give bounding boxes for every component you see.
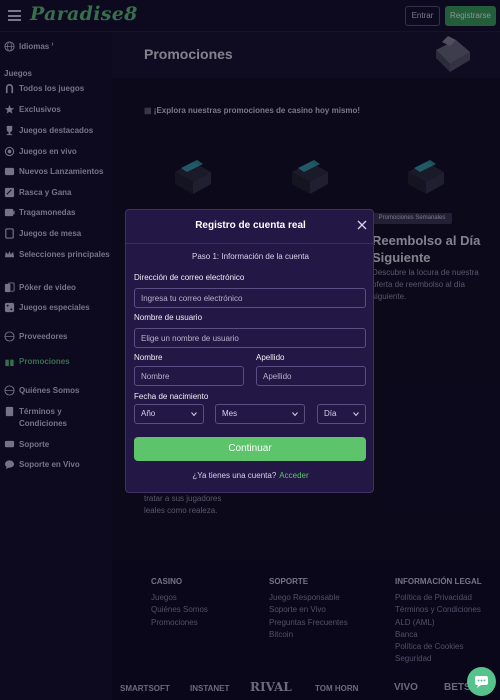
email-field[interactable] — [134, 288, 366, 308]
first-name-field[interactable] — [134, 366, 244, 386]
month-select-value: Mes — [222, 409, 238, 418]
chevron-down-icon — [292, 412, 298, 417]
divider — [126, 243, 375, 244]
close-icon[interactable] — [356, 219, 368, 231]
continue-button[interactable]: Continuar — [134, 437, 366, 461]
chat-widget-button[interactable] — [467, 667, 496, 696]
year-select-value: Año — [141, 409, 156, 418]
birthdate-label: Fecha de nacimiento — [134, 392, 209, 401]
registration-modal: Registro de cuenta real Paso 1: Informac… — [125, 209, 375, 493]
last-name-field[interactable] — [256, 366, 366, 386]
first-name-label: Nombre — [134, 353, 163, 362]
username-field[interactable] — [134, 328, 366, 348]
login-prompt-text: ¿Ya tienes una cuenta? — [192, 471, 277, 480]
day-select-value: Día — [324, 409, 337, 418]
chevron-down-icon — [353, 412, 359, 417]
chevron-down-icon — [191, 412, 197, 417]
login-prompt: ¿Ya tienes una cuenta? Acceder — [126, 471, 375, 480]
username-label: Nombre de usuario — [134, 313, 203, 322]
year-select[interactable]: Año — [134, 404, 204, 424]
month-select[interactable]: Mes — [215, 404, 305, 424]
modal-title: Registro de cuenta real — [195, 220, 306, 231]
day-select[interactable]: Día — [317, 404, 366, 424]
last-name-label: Apellido — [256, 353, 285, 362]
step-indicator: Paso 1: Información de la cuenta — [192, 252, 309, 261]
chat-icon — [475, 676, 488, 688]
login-link[interactable]: Acceder — [279, 471, 308, 480]
email-label: Dirección de correo electrónico — [134, 273, 245, 282]
